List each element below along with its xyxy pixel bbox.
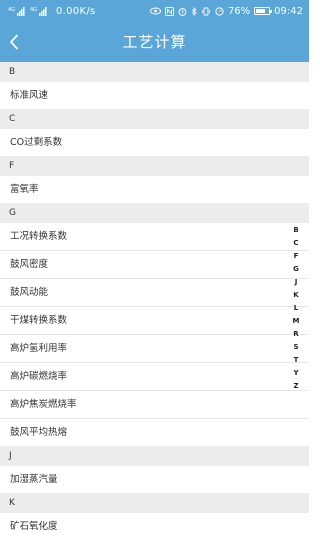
list-item[interactable]: 标准风速 <box>0 82 309 109</box>
index-letter-m[interactable]: M <box>293 315 300 328</box>
list-item[interactable]: 鼓风动能 <box>0 279 309 307</box>
section-group-c: CO过剩系数 <box>0 129 309 156</box>
app-bar: 工艺计算 <box>0 22 309 62</box>
list-item[interactable]: 工况转换系数 <box>0 223 309 251</box>
nfc-icon <box>164 6 174 16</box>
list-item[interactable]: 富氧率 <box>0 176 309 203</box>
bluetooth-icon <box>191 6 197 16</box>
section-header-b: B <box>0 62 309 82</box>
vibrate-icon <box>201 7 211 16</box>
section-header-j: J <box>0 446 309 466</box>
section-header-k: K <box>0 493 309 513</box>
section-header-f: F <box>0 156 309 176</box>
index-letter-l[interactable]: L <box>294 302 298 315</box>
status-right: 76% 09:42 <box>149 5 303 17</box>
list-item[interactable]: 鼓风平均热熔 <box>0 419 309 446</box>
list-item[interactable]: CO过剩系数 <box>0 129 309 156</box>
index-letter-s[interactable]: S <box>293 341 298 354</box>
signal-icon-2: 4G <box>30 6 48 16</box>
signal-icon: 4G <box>8 6 26 16</box>
battery-fill <box>256 9 266 13</box>
status-left: 4G 4G 0.00K/s <box>8 6 96 17</box>
battery-percent: 76% <box>227 5 251 17</box>
section-group-f: 富氧率 <box>0 176 309 203</box>
battery-icon <box>254 7 273 15</box>
list-item[interactable]: 矿石氧化度 <box>0 513 309 540</box>
signal-label: 4G <box>8 7 15 13</box>
index-letter-g[interactable]: G <box>293 263 299 276</box>
index-letter-y[interactable]: Y <box>293 367 298 380</box>
status-bar: 4G 4G 0.00K/s 76% 09:42 <box>0 0 309 22</box>
index-letter-r[interactable]: R <box>293 328 298 341</box>
list-item[interactable]: 鼓风密度 <box>0 251 309 279</box>
section-group-j: 加湿蒸汽量 <box>0 466 309 493</box>
index-letter-b[interactable]: B <box>293 224 298 237</box>
network-speed: 0.00K/s <box>56 5 96 17</box>
clock: 09:42 <box>274 5 303 17</box>
formula-list[interactable]: B 标准风速 C CO过剩系数 F 富氧率 G 工况转换系数 鼓风密度 鼓风动能 干煤转换系数 高炉氢… <box>0 62 309 550</box>
section-header-c: C <box>0 109 309 129</box>
section-group-k: 矿石氧化度 <box>0 513 309 540</box>
index-letter-k[interactable]: K <box>293 289 298 302</box>
section-header-g: G <box>0 203 309 223</box>
eye-icon <box>149 7 161 15</box>
alarm-icon <box>178 7 187 16</box>
list-item[interactable]: 干煤转换系数 <box>0 307 309 335</box>
list-item[interactable]: 高炉焦炭燃烧率 <box>0 391 309 419</box>
data-saver-icon <box>215 6 224 16</box>
list-item[interactable]: 高炉碳燃烧率 <box>0 363 309 391</box>
index-letter-c[interactable]: C <box>293 237 298 250</box>
section-group-g: 工况转换系数 鼓风密度 鼓风动能 干煤转换系数 高炉氢利用率 高炉碳燃烧率 高炉焦炭燃烧率鼓… <box>0 223 309 446</box>
index-letter-f[interactable]: F <box>294 250 299 263</box>
page-title: 工艺计算 <box>122 33 187 51</box>
index-letter-z[interactable]: Z <box>293 380 298 393</box>
list-item[interactable]: 高炉氢利用率 <box>0 335 309 363</box>
index-letter-t[interactable]: T <box>294 354 299 367</box>
alphabet-index-bar[interactable]: BCFGJKLMRSTYZ <box>290 224 302 393</box>
signal-label-2: 4G <box>30 7 37 13</box>
index-letter-j[interactable]: J <box>295 276 298 289</box>
list-item[interactable]: 加湿蒸汽量 <box>0 466 309 493</box>
section-group-b: 标准风速 <box>0 82 309 109</box>
